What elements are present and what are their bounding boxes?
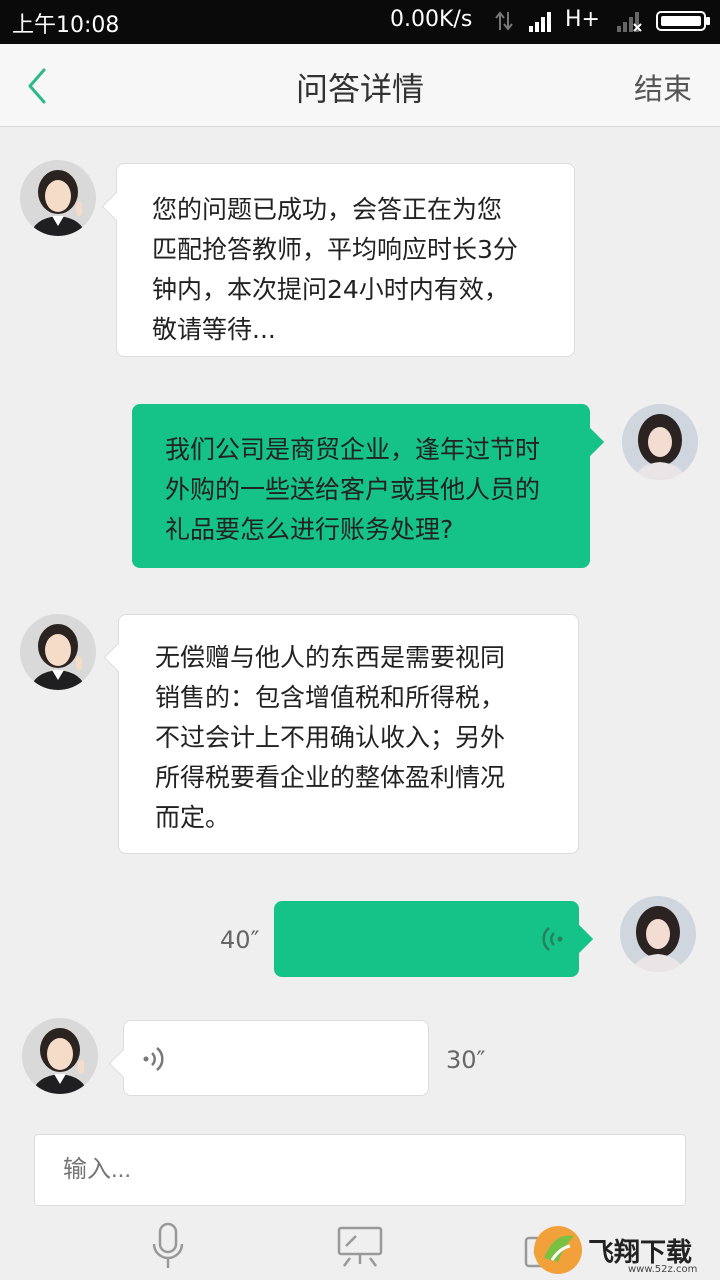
message-line: 无偿赠与他人的东西是需要视同 — [155, 643, 506, 672]
message-input[interactable] — [34, 1134, 686, 1206]
watermark-url: www.52z.com — [628, 1264, 698, 1275]
message-line: 敬请等待... — [152, 315, 276, 344]
user-message-bubble: 我们公司是商贸企业，逢年过节时 外购的一些送给客户或其他人员的 礼品要怎么进行账… — [132, 404, 590, 568]
data-transfer-icon — [495, 11, 513, 31]
teacher-portrait-icon — [20, 614, 96, 690]
message-line: 不过会计上不用确认收入；另外 — [155, 723, 506, 752]
user-avatar[interactable] — [622, 404, 698, 480]
screen-share-icon[interactable] — [336, 1224, 384, 1268]
message-line: 礼品要怎么进行账务处理? — [165, 515, 454, 544]
message-line: 所得税要看企业的整体盈利情况 — [155, 763, 506, 792]
status-network-speed: 0.00K/s — [390, 7, 473, 32]
signal-strength-icon — [529, 12, 551, 32]
message-line: 匹配抢答教师，平均响应时长3分 — [152, 235, 518, 264]
teacher-voice-bubble[interactable] — [123, 1020, 429, 1096]
message-line: 您的问题已成功，会答正在为您 — [152, 195, 503, 224]
user-voice-bubble[interactable] — [274, 901, 579, 977]
signal-no-sim-icon — [617, 12, 642, 32]
network-type: H+ — [565, 7, 600, 32]
teacher-portrait-icon — [22, 1018, 98, 1094]
message-line: 销售的：包含增值税和所得税， — [155, 683, 506, 712]
voice-wave-icon — [143, 1047, 164, 1071]
teacher-avatar[interactable] — [20, 160, 96, 236]
teacher-message-bubble: 您的问题已成功，会答正在为您 匹配抢答教师，平均响应时长3分 钟内，本次提问24… — [116, 163, 575, 357]
voice-duration: 40″ — [220, 926, 260, 954]
message-line: 我们公司是商贸企业，逢年过节时 — [165, 435, 541, 464]
message-line: 钟内，本次提问24小时内有效， — [152, 275, 509, 304]
voice-duration: 30″ — [446, 1046, 486, 1074]
end-button[interactable]: 结束 — [634, 66, 692, 108]
teacher-message-bubble: 无偿赠与他人的东西是需要视同 销售的：包含增值税和所得税， 不过会计上不用确认收… — [118, 614, 579, 854]
page-title: 问答详情 — [295, 70, 424, 108]
user-portrait-icon — [620, 896, 696, 972]
teacher-avatar[interactable] — [22, 1018, 98, 1094]
watermark: 飞翔下载 www.52z.com — [524, 1220, 720, 1280]
watermark-logo-icon — [534, 1226, 582, 1274]
status-bar: 上午10:08 0.00K/s H+ — [0, 0, 720, 44]
microphone-icon[interactable] — [150, 1222, 186, 1272]
message-line: 外购的一些送给客户或其他人员的 — [165, 475, 541, 504]
user-portrait-icon — [622, 404, 698, 480]
teacher-avatar[interactable] — [20, 614, 96, 690]
nav-bar: 问答详情 结束 — [0, 44, 720, 127]
battery-icon — [656, 11, 710, 31]
user-avatar[interactable] — [620, 896, 696, 972]
status-time: 上午10:08 — [12, 13, 120, 38]
voice-wave-icon — [542, 927, 563, 951]
teacher-portrait-icon — [20, 160, 96, 236]
message-line: 而定。 — [155, 803, 231, 832]
